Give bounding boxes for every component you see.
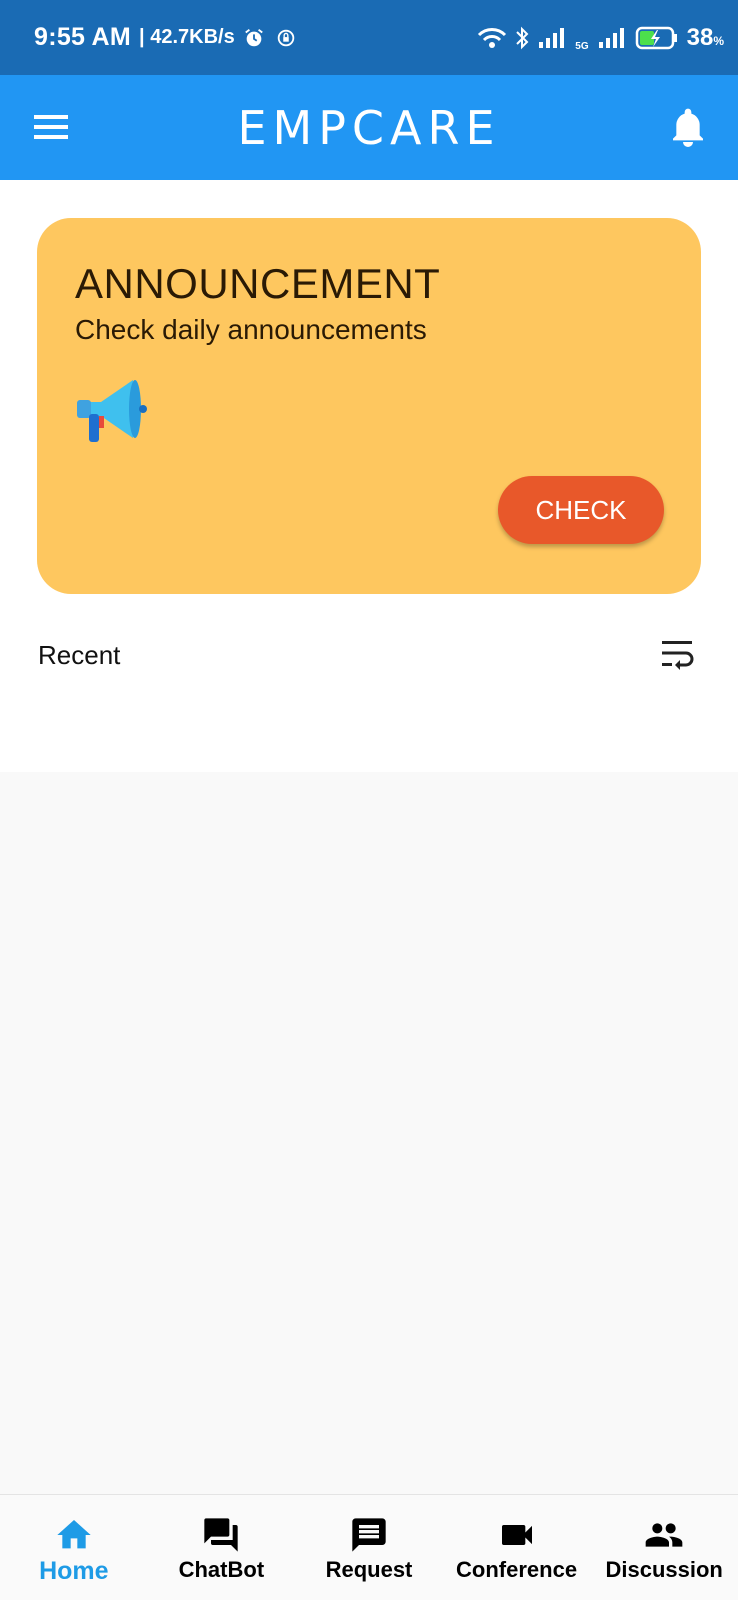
announcement-card: ANNOUNCEMENT Check daily announcements C… (37, 218, 701, 594)
forum-icon (204, 1518, 239, 1552)
battery-value: 38 (686, 23, 714, 51)
nav-home[interactable]: Home (0, 1495, 148, 1600)
wifi-icon (478, 27, 507, 48)
app-bar: EMPCARE (0, 75, 738, 180)
signal-icon (539, 27, 565, 48)
megaphone-icon (77, 380, 147, 442)
notification-bell-icon[interactable] (668, 105, 708, 149)
announcement-title: ANNOUNCEMENT (75, 260, 441, 307)
nav-discussion[interactable]: Discussion (590, 1495, 738, 1600)
sync-lock-icon (277, 29, 294, 46)
nav-conference[interactable]: Conference (443, 1495, 591, 1600)
nav-home-label: Home (39, 1557, 109, 1585)
nav-conference-label: Conference (456, 1557, 578, 1582)
videocam-icon (501, 1525, 532, 1545)
bottom-navigation: Home ChatBot Request Conference Discussi… (0, 1494, 738, 1600)
main-content: ANNOUNCEMENT Check daily announcements C… (0, 180, 738, 772)
battery-unit: % (713, 33, 724, 48)
people-icon (645, 1523, 683, 1547)
announcement-subtitle: Check daily announcements (75, 314, 427, 345)
hamburger-menu-icon[interactable] (32, 111, 72, 143)
check-button[interactable]: CHECK (498, 476, 664, 544)
nav-request[interactable]: Request (295, 1495, 443, 1600)
status-time: 9:55 AM (34, 23, 132, 51)
signal-5g-icon (598, 27, 624, 48)
battery-charging-icon (635, 26, 677, 49)
nav-request-label: Request (325, 1557, 413, 1582)
message-icon (352, 1518, 386, 1552)
home-icon (57, 1520, 91, 1549)
status-network-speed: | 42.7KB/s (139, 26, 235, 48)
bluetooth-icon (516, 26, 529, 49)
battery-percent: 38% (687, 24, 724, 52)
nav-chatbot[interactable]: ChatBot (148, 1495, 296, 1600)
wrap-text-icon[interactable] (660, 636, 696, 672)
network-type-label: 5G (575, 41, 589, 52)
nav-chatbot-label: ChatBot (178, 1557, 265, 1582)
alarm-icon (244, 28, 263, 46)
recent-label: Recent (38, 640, 121, 670)
app-title: EMPCARE (237, 100, 501, 155)
status-bar: 9:55 AM | 42.7KB/s 5G 38% (0, 0, 738, 75)
nav-discussion-label: Discussion (605, 1557, 723, 1582)
